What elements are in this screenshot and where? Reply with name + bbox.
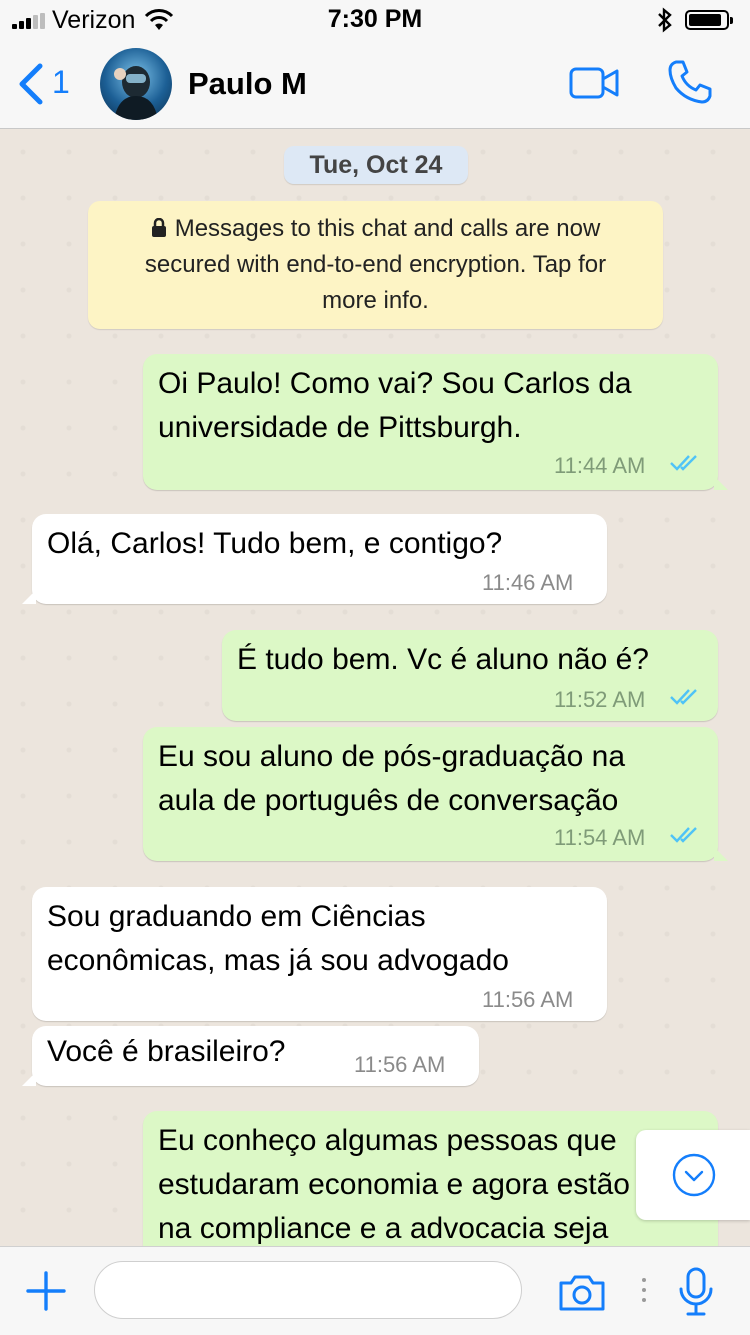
lock-icon [151, 218, 166, 237]
contact-name[interactable]: Paulo M [188, 66, 307, 102]
voice-call-icon[interactable] [666, 58, 714, 106]
encryption-text-line2: secured with end-to-end encryption. Tap … [144, 251, 607, 278]
message-text: Olá, Carlos! Tudo bem, e contigo? [47, 527, 503, 560]
separator-dots-icon [642, 1278, 646, 1302]
message-time: 11:44 AM [554, 453, 646, 478]
message-text: Você é brasileiro? [47, 1035, 286, 1068]
status-bar: Verizon 7:30 PM [0, 0, 750, 40]
message-text: Eu sou aluno de pós-graduação na aula de… [158, 740, 626, 817]
encryption-text-line1: Messages to this chat and calls are now [174, 215, 601, 242]
battery-icon [685, 10, 733, 30]
date-separator: Tue, Oct 24 [284, 146, 468, 184]
message-text: Eu conheço algumas pessoas que estudaram… [158, 1124, 630, 1245]
microphone-icon[interactable] [678, 1267, 714, 1317]
contact-avatar[interactable] [100, 48, 172, 120]
message-text: Sou graduando em Ciências econômicas, ma… [47, 900, 509, 977]
incoming-message[interactable]: Sou graduando em Ciências econômicas, ma… [32, 887, 607, 1021]
outgoing-message[interactable]: Oi Paulo! Como vai? Sou Carlos da univer… [143, 354, 728, 490]
encryption-notice[interactable]: Messages to this chat and calls are now … [88, 201, 663, 329]
message-time: 11:52 AM [554, 687, 646, 712]
chevron-down-icon [672, 1153, 716, 1197]
bluetooth-icon [658, 7, 672, 33]
back-unread-count[interactable]: 1 [52, 64, 70, 101]
incoming-message[interactable]: Olá, Carlos! Tudo bem, e contigo? 11:46 … [22, 514, 607, 604]
message-time: 11:54 AM [554, 825, 646, 850]
plus-icon[interactable] [26, 1271, 66, 1311]
double-check-read-icon [670, 689, 697, 705]
message-text: É tudo bem. Vc é aluno não é? [237, 643, 649, 676]
outgoing-message[interactable]: Eu sou aluno de pós-graduação na aula de… [143, 727, 728, 861]
outgoing-message[interactable]: É tudo bem. Vc é aluno não é? 11:52 AM [222, 630, 718, 721]
outgoing-message[interactable]: Eu conheço algumas pessoas que estudaram… [143, 1111, 718, 1246]
message-text: Oi Paulo! Como vai? Sou Carlos da univer… [158, 367, 632, 444]
message-list[interactable]: Tue, Oct 24 Messages to this chat and ca… [0, 129, 750, 1246]
camera-icon[interactable] [557, 1273, 607, 1313]
clock: 7:30 PM [327, 5, 423, 33]
incoming-message[interactable]: Você é brasileiro? 11:56 AM [22, 1026, 479, 1086]
compose-bar [0, 1246, 750, 1335]
double-check-read-icon [670, 455, 697, 471]
message-time: 11:46 AM [482, 570, 574, 595]
back-chevron-icon[interactable] [16, 62, 46, 106]
message-input[interactable] [94, 1261, 522, 1319]
scroll-to-bottom-button[interactable] [636, 1130, 750, 1220]
message-time: 11:56 AM [354, 1052, 446, 1077]
double-check-read-icon [670, 827, 697, 843]
encryption-text-line3: more info. [322, 287, 429, 314]
message-time: 11:56 AM [482, 987, 574, 1012]
chat-header: 1 Paulo M [0, 40, 750, 129]
video-call-icon[interactable] [568, 65, 620, 101]
